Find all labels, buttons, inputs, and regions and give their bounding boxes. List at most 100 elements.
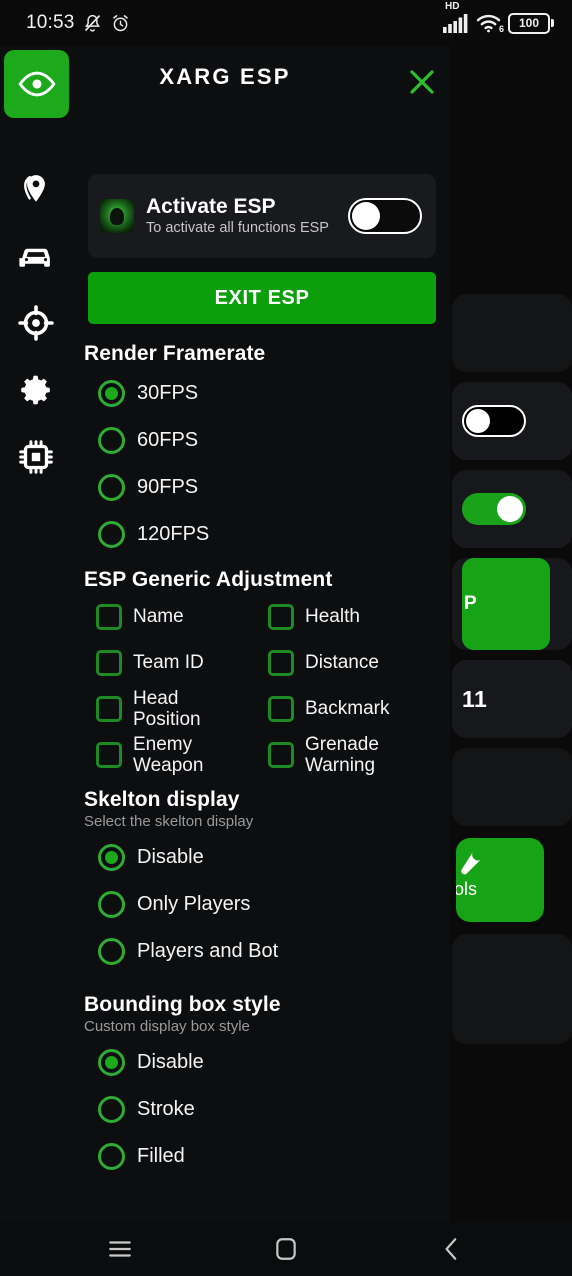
background-card-stack: P 11 ols: [452, 294, 572, 1044]
radio-option-skelton-players-and-bot[interactable]: Players and Bot: [84, 928, 440, 975]
radio-indicator: [98, 380, 125, 407]
radio-indicator: [98, 1049, 125, 1076]
background-tool-card[interactable]: ols: [456, 838, 544, 922]
checkbox-label: Team ID: [133, 652, 204, 674]
background-card-toggle-off[interactable]: [452, 382, 572, 460]
esp-generic-section: ESP Generic Adjustment Name Health Team …: [72, 568, 450, 778]
radio-indicator: [98, 1143, 125, 1170]
sidebar: [0, 122, 72, 480]
checkbox-indicator: [268, 604, 294, 630]
skelton-display-options: Disable Only Players Players and Bot: [84, 834, 440, 975]
wifi-generation-label: 6: [498, 24, 504, 34]
checkbox-indicator: [96, 696, 122, 722]
car-icon: [19, 248, 50, 267]
status-bar-left: 10:53: [26, 12, 131, 34]
recents-button[interactable]: [94, 1227, 146, 1271]
checkbox-indicator: [96, 742, 122, 768]
background-card-button[interactable]: P: [452, 558, 572, 650]
checkbox-option-health[interactable]: Health: [268, 594, 440, 640]
mute-bell-icon: [84, 14, 100, 32]
status-bar-right: HD 6 100: [443, 1, 554, 34]
esp-generic-options: Name Health Team ID Distance Head Positi…: [84, 594, 440, 778]
location-pin-icon: [24, 175, 45, 202]
section-title: ESP Generic Adjustment: [84, 568, 333, 591]
checkbox-option-enemy-weapon[interactable]: Enemy Weapon: [96, 732, 268, 778]
checkbox-indicator: [268, 650, 294, 676]
radio-label: 60FPS: [137, 429, 199, 451]
battery-icon: 100: [508, 12, 550, 34]
activate-esp-subtitle: To activate all functions ESP: [146, 219, 329, 236]
chevron-left-icon: [445, 1238, 457, 1260]
checkbox-option-team-id[interactable]: Team ID: [96, 640, 268, 686]
checkbox-option-head-position[interactable]: Head Position: [96, 686, 268, 732]
sidebar-item-aim[interactable]: [13, 300, 59, 346]
wifi-icon: [476, 14, 501, 33]
activate-esp-title: Activate ESP: [146, 194, 276, 218]
background-green-button[interactable]: P: [462, 558, 550, 650]
checkbox-label: Distance: [305, 652, 379, 674]
radio-label: Filled: [137, 1145, 185, 1167]
background-card-text[interactable]: 11: [452, 660, 572, 738]
checkbox-option-backmark[interactable]: Backmark: [268, 686, 440, 732]
checkbox-label: Health: [305, 606, 360, 628]
section-subtitle: Select the skelton display: [84, 813, 254, 830]
checkbox-option-distance[interactable]: Distance: [268, 640, 440, 686]
radio-label: 30FPS: [137, 382, 199, 404]
sidebar-item-vehicle[interactable]: [13, 233, 59, 279]
radio-option-box-disable[interactable]: Disable: [84, 1039, 440, 1086]
radio-label: Disable: [137, 1051, 204, 1073]
exit-esp-button[interactable]: EXIT ESP: [88, 272, 436, 324]
close-icon: [410, 70, 434, 94]
bounding-box-options: Disable Stroke Filled: [84, 1039, 440, 1180]
status-bar-clock: 10:53: [26, 12, 75, 33]
bounding-box-section: Bounding box style Custom display box st…: [72, 993, 450, 1180]
battery-level-label: 100: [518, 16, 540, 30]
checkbox-label: Backmark: [305, 698, 390, 720]
radio-option-30fps[interactable]: 30FPS: [84, 370, 440, 417]
home-button[interactable]: [260, 1227, 312, 1271]
checkbox-option-name[interactable]: Name: [96, 594, 268, 640]
skelton-display-section: Skelton display Select the skelton displ…: [72, 788, 450, 975]
phone-screen: 10:53 HD 6 100 P 11 ols XARG ESP Activat…: [0, 0, 572, 1276]
section-title: Skelton display: [84, 788, 240, 811]
activate-esp-card[interactable]: Activate ESP To activate all functions E…: [88, 174, 436, 258]
sidebar-item-location[interactable]: [13, 166, 59, 212]
background-card[interactable]: [452, 294, 572, 372]
radio-indicator: [98, 938, 125, 965]
close-button[interactable]: [400, 60, 444, 104]
radio-option-120fps[interactable]: 120FPS: [84, 511, 440, 558]
radio-option-skelton-only-players[interactable]: Only Players: [84, 881, 440, 928]
back-button[interactable]: [426, 1227, 478, 1271]
render-framerate-options: 30FPS 60FPS 90FPS 120FPS: [84, 370, 440, 558]
radio-indicator: [98, 891, 125, 918]
background-card-toggle-on[interactable]: [452, 470, 572, 548]
radio-indicator: [98, 1096, 125, 1123]
radio-option-box-stroke[interactable]: Stroke: [84, 1086, 440, 1133]
background-card-tools[interactable]: ols: [452, 836, 572, 924]
checkbox-indicator: [268, 696, 294, 722]
checkbox-indicator: [96, 604, 122, 630]
home-square-icon: [276, 1238, 296, 1260]
alarm-clock-icon: [112, 14, 128, 31]
checkbox-label: Grenade Warning: [305, 733, 379, 776]
radio-option-60fps[interactable]: 60FPS: [84, 417, 440, 464]
activate-esp-toggle[interactable]: [348, 198, 422, 234]
background-card[interactable]: [452, 934, 572, 1044]
sidebar-item-settings[interactable]: [13, 367, 59, 413]
background-card-value: 11: [462, 685, 488, 712]
sidebar-item-system[interactable]: [13, 434, 59, 480]
checkbox-indicator: [268, 742, 294, 768]
activate-esp-texts: Activate ESP To activate all functions E…: [146, 195, 348, 238]
radio-option-box-filled[interactable]: Filled: [84, 1133, 440, 1180]
radio-indicator: [98, 844, 125, 871]
radio-label: Disable: [137, 846, 204, 868]
background-toggle[interactable]: [462, 405, 526, 437]
esp-overlay-panel: XARG ESP Activate ESP To activate all fu…: [0, 46, 450, 1222]
signal-bars-icon: [443, 14, 468, 33]
radio-option-90fps[interactable]: 90FPS: [84, 464, 440, 511]
background-card[interactable]: [452, 748, 572, 826]
checkbox-indicator: [96, 650, 122, 676]
radio-option-skelton-disable[interactable]: Disable: [84, 834, 440, 881]
checkbox-option-grenade-warning[interactable]: Grenade Warning: [268, 732, 440, 778]
background-toggle[interactable]: [462, 493, 526, 525]
